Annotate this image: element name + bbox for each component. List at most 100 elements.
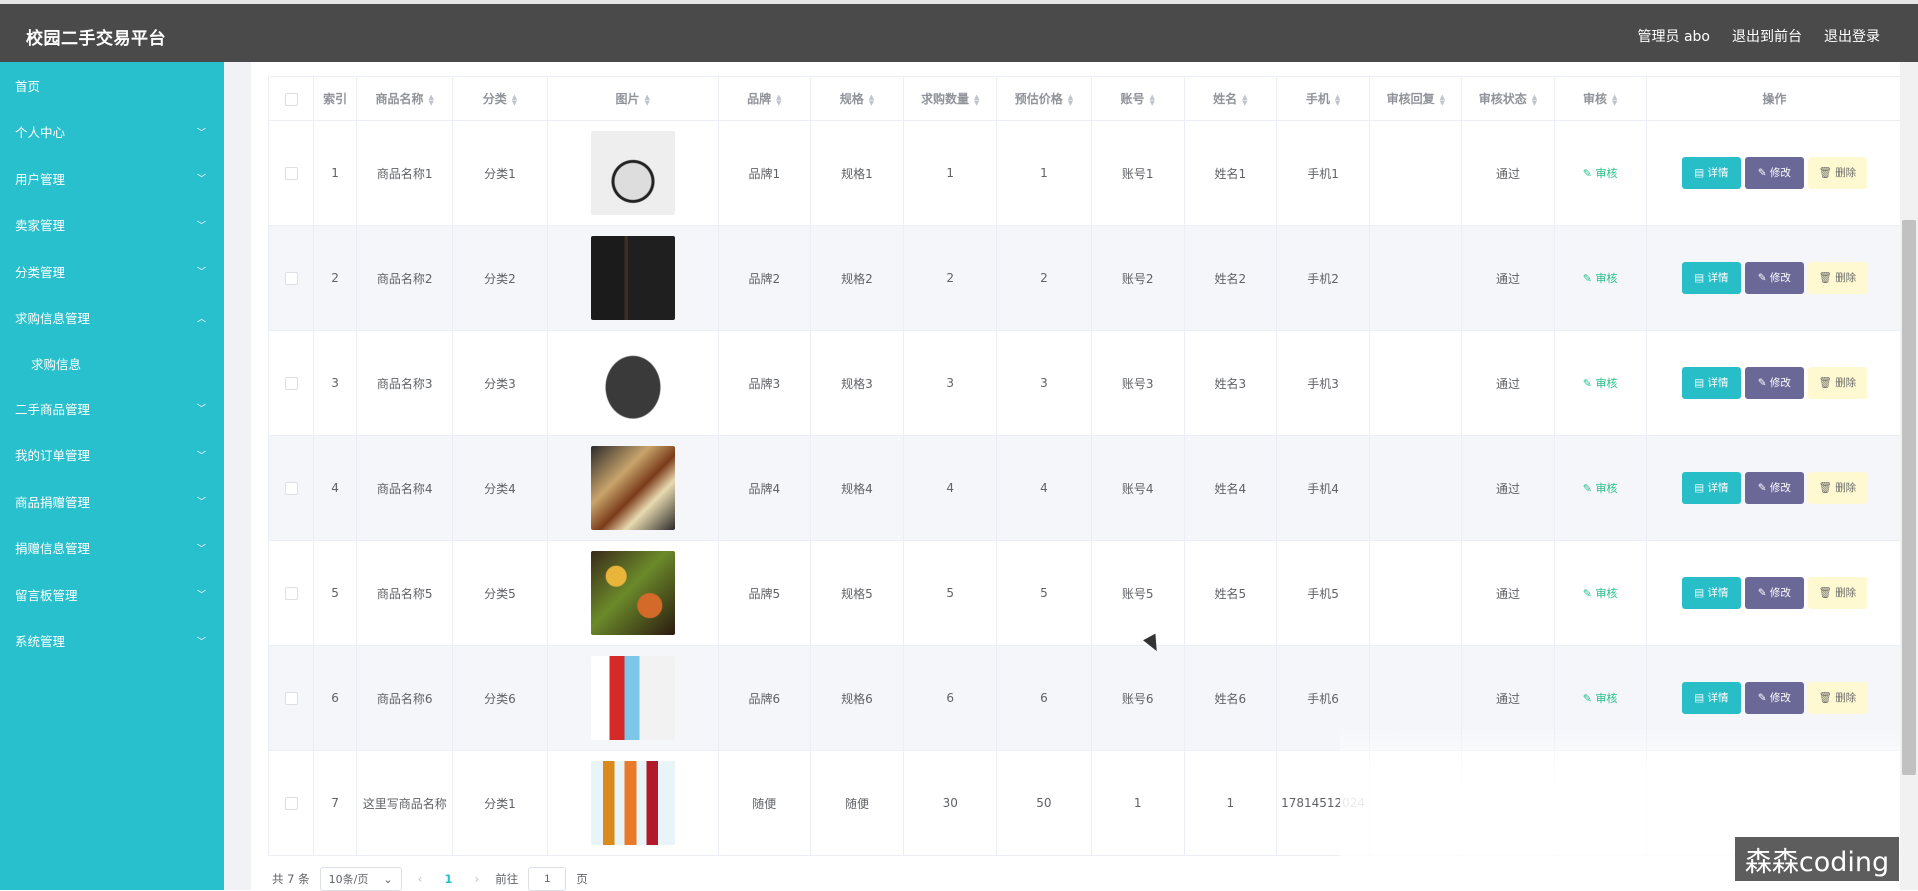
row-select-cell[interactable] — [267, 225, 315, 331]
table-row[interactable]: 5 商品名称5 分类5 品牌5 规格5 5 5 账号5 姓名5 手机5 通过 ✎ 审核 ▤ 详情 ✎ 修改… — [267, 540, 1904, 646]
delete-button[interactable]: 🗑 删除 — [1807, 157, 1867, 189]
sort-icon[interactable]: ▲ ▼ — [974, 93, 979, 106]
product-image[interactable] — [590, 236, 675, 320]
row-select-cell[interactable] — [267, 435, 315, 541]
sort-icon[interactable]: ▲ ▼ — [1335, 93, 1340, 106]
sort-icon[interactable]: ▲ ▼ — [1612, 93, 1617, 106]
header-brand[interactable]: 品牌 ▲ ▼ — [717, 76, 811, 121]
table-row[interactable]: 1 商品名称1 分类1 品牌1 规格1 1 1 账号1 姓名1 手机1 通过 ✎ 审核 ▤ 详情 ✎ 修改… — [267, 120, 1904, 226]
page-size-select[interactable]: 10条/页 ⌄ — [319, 867, 402, 891]
table-row[interactable]: 3 商品名称3 分类3 品牌3 规格3 3 3 账号3 姓名3 手机3 通过 ✎ 审核 ▤ 详情 ✎ 修改… — [267, 330, 1904, 436]
select-all-checkbox[interactable] — [284, 92, 298, 106]
header-realname[interactable]: 姓名 ▲ ▼ — [1183, 76, 1277, 121]
header-account[interactable]: 账号 ▲ ▼ — [1090, 76, 1185, 121]
edit-button[interactable]: ✎ 修改 — [1744, 367, 1804, 399]
edit-button[interactable]: ✎ 修改 — [1744, 262, 1804, 294]
audit-link[interactable]: ✎ 审核 — [1583, 482, 1618, 495]
row-select-cell[interactable] — [267, 120, 315, 226]
header-reply[interactable]: 审核回复 ▲ ▼ — [1369, 76, 1463, 121]
sidebar-item[interactable]: 我的订单管理 ﹀ — [0, 432, 224, 479]
detail-button[interactable]: ▤ 详情 — [1681, 577, 1741, 609]
row-checkbox[interactable] — [284, 272, 298, 285]
audit-link[interactable]: ✎ 审核 — [1583, 692, 1618, 705]
audit-link[interactable]: ✎ 审核 — [1583, 272, 1618, 285]
header-phone[interactable]: 手机 ▲ ▼ — [1275, 76, 1371, 121]
sort-icon[interactable]: ▲ ▼ — [1440, 93, 1445, 106]
product-image[interactable] — [590, 656, 675, 740]
table-row[interactable]: 7 这里写商品名称 分类1 随便 随便 30 50 1 1 17814512024 — [267, 750, 1904, 856]
row-checkbox[interactable] — [284, 587, 298, 600]
product-image[interactable] — [590, 446, 675, 530]
row-checkbox[interactable] — [284, 482, 298, 495]
header-audit[interactable]: 审核 ▲ ▼ — [1553, 76, 1647, 121]
edit-button[interactable]: ✎ 修改 — [1744, 157, 1804, 189]
row-select-cell[interactable] — [267, 645, 315, 751]
delete-button[interactable]: 🗑 删除 — [1807, 472, 1867, 504]
sort-icon[interactable]: ▲ ▼ — [776, 93, 781, 106]
sort-icon[interactable]: ▲ ▼ — [1242, 93, 1247, 106]
back-to-front-link[interactable]: 退出到前台 — [1732, 26, 1802, 46]
sort-icon[interactable]: ▲ ▼ — [429, 93, 434, 106]
header-qty[interactable]: 求购数量 ▲ ▼ — [903, 76, 998, 121]
delete-button[interactable]: 🗑 删除 — [1807, 367, 1867, 399]
sidebar-item[interactable]: 求购信息管理 ︿ — [0, 295, 224, 342]
header-image[interactable]: 图片 ▲ ▼ — [546, 76, 719, 121]
header-spec[interactable]: 规格 ▲ ▼ — [809, 76, 905, 121]
detail-button[interactable]: ▤ 详情 — [1681, 472, 1741, 504]
delete-button[interactable]: 🗑 删除 — [1807, 577, 1867, 609]
product-image[interactable] — [590, 551, 675, 635]
sidebar-item[interactable]: 留言板管理 ﹀ — [0, 571, 224, 618]
header-price[interactable]: 预估价格 ▲ ▼ — [996, 76, 1092, 121]
delete-button[interactable]: 🗑 删除 — [1807, 262, 1867, 294]
header-status[interactable]: 审核状态 ▲ ▼ — [1461, 76, 1555, 121]
row-checkbox[interactable] — [284, 167, 298, 180]
sidebar-item[interactable]: 捐赠信息管理 ﹀ — [0, 525, 224, 572]
sort-icon[interactable]: ▲ ▼ — [1532, 93, 1537, 106]
edit-button[interactable]: ✎ 修改 — [1744, 682, 1804, 714]
scrollbar-thumb[interactable] — [1902, 220, 1916, 775]
sidebar-item[interactable]: 个人中心 ﹀ — [0, 109, 224, 156]
scrollbar[interactable] — [1900, 62, 1918, 890]
sidebar-item[interactable]: 卖家管理 ﹀ — [0, 202, 224, 249]
detail-button[interactable]: ▤ 详情 — [1681, 157, 1741, 189]
detail-button[interactable]: ▤ 详情 — [1681, 367, 1741, 399]
row-select-cell[interactable] — [267, 750, 315, 856]
next-page-icon[interactable]: › — [468, 872, 485, 886]
audit-link[interactable]: ✎ 审核 — [1583, 587, 1618, 600]
sort-icon[interactable]: ▲ ▼ — [1068, 93, 1073, 106]
detail-button[interactable]: ▤ 详情 — [1681, 682, 1741, 714]
sidebar-item[interactable]: 系统管理 ﹀ — [0, 618, 224, 665]
header-category[interactable]: 分类 ▲ ▼ — [452, 76, 548, 121]
goto-page-input[interactable] — [528, 867, 567, 891]
row-select-cell[interactable] — [267, 540, 315, 646]
sidebar-subitem[interactable]: 求购信息 — [0, 341, 224, 385]
product-image[interactable] — [590, 761, 675, 845]
delete-button[interactable]: 🗑 删除 — [1807, 682, 1867, 714]
sort-icon[interactable]: ▲ ▼ — [869, 93, 874, 106]
table-row[interactable]: 4 商品名称4 分类4 品牌4 规格4 4 4 账号4 姓名4 手机4 通过 ✎ 审核 ▤ 详情 ✎ 修改… — [267, 435, 1904, 541]
sidebar-item[interactable]: 分类管理 ﹀ — [0, 248, 224, 295]
current-page[interactable]: 1 — [438, 872, 458, 886]
sidebar-item[interactable]: 首页 — [0, 62, 224, 109]
edit-button[interactable]: ✎ 修改 — [1744, 577, 1804, 609]
logout-link[interactable]: 退出登录 — [1824, 26, 1880, 46]
header-name[interactable]: 商品名称 ▲ ▼ — [356, 76, 454, 121]
row-checkbox[interactable] — [284, 692, 298, 705]
sidebar-item[interactable]: 二手商品管理 ﹀ — [0, 385, 224, 432]
audit-link[interactable]: ✎ 审核 — [1583, 167, 1618, 180]
sidebar-item[interactable]: 用户管理 ﹀ — [0, 155, 224, 202]
row-checkbox[interactable] — [284, 797, 298, 810]
select-all-header[interactable] — [267, 76, 315, 121]
sort-icon[interactable]: ▲ ▼ — [1149, 93, 1154, 106]
row-select-cell[interactable] — [267, 330, 315, 436]
table-row[interactable]: 6 商品名称6 分类6 品牌6 规格6 6 6 账号6 姓名6 手机6 通过 ✎ 审核 ▤ 详情 ✎ 修改… — [267, 645, 1904, 751]
product-image[interactable] — [590, 341, 675, 425]
table-row[interactable]: 2 商品名称2 分类2 品牌2 规格2 2 2 账号2 姓名2 手机2 通过 ✎ 审核 ▤ 详情 ✎ 修改… — [267, 225, 1904, 331]
sidebar-item[interactable]: 商品捐赠管理 ﹀ — [0, 478, 224, 525]
prev-page-icon[interactable]: ‹ — [412, 872, 429, 886]
product-image[interactable] — [590, 131, 675, 215]
detail-button[interactable]: ▤ 详情 — [1681, 262, 1741, 294]
edit-button[interactable]: ✎ 修改 — [1744, 472, 1804, 504]
row-checkbox[interactable] — [284, 377, 298, 390]
sort-icon[interactable]: ▲ ▼ — [512, 93, 517, 106]
